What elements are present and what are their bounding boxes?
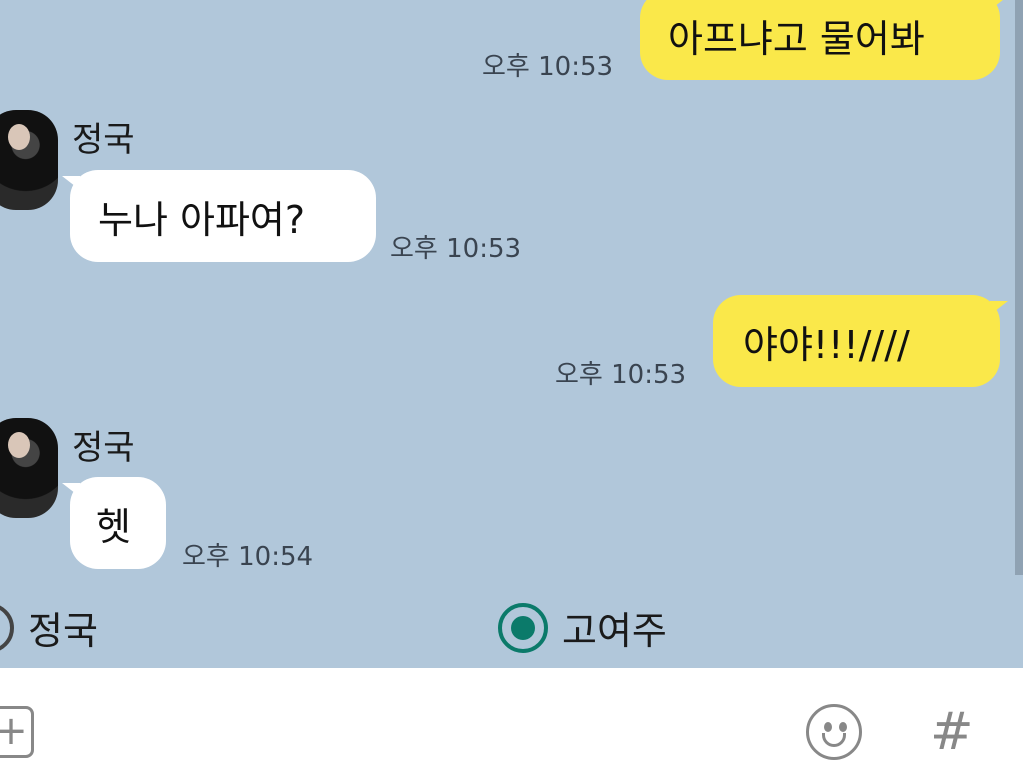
poll-option-jungkook[interactable]: 정국 [0,600,98,655]
input-bar: + # [0,668,1023,767]
message-text: 누나 아파여? [98,197,306,242]
radio-selected-icon[interactable] [498,602,548,653]
message-time: 오후 10:53 [390,234,522,264]
message-bubble-outgoing[interactable]: 야야!!!//// [713,295,1008,387]
chat-area: 아프냐고 물어봐 오후 10:53 정국 누나 아파여? 오후 10:53 야야… [0,0,1023,668]
smiley-icon[interactable] [806,704,862,760]
message-bubble-outgoing[interactable]: 아프냐고 물어봐 [640,0,1008,80]
sender-name: 정국 [72,428,135,468]
plus-square-icon[interactable]: + [0,706,34,758]
poll-option-label: 정국 [28,609,98,653]
smiley-mouth [822,733,846,747]
message-text: 아프냐고 물어봐 [668,16,925,61]
smiley-eye [824,722,832,732]
message-time: 오후 10:54 [182,542,314,572]
scrollbar[interactable] [1015,0,1023,575]
avatar[interactable] [0,418,58,518]
message-time: 오후 10:53 [555,360,687,390]
message-bubble-incoming[interactable]: 누나 아파여? [62,170,376,262]
message-text: 야야!!!//// [743,322,910,367]
message-text: 헷 [96,504,131,549]
sender-name: 정국 [72,120,135,160]
message-time: 오후 10:53 [482,52,614,82]
poll-option-goyeoju[interactable]: 고여주 [498,600,667,655]
smiley-eye [839,722,847,732]
hash-icon[interactable]: # [930,702,974,762]
radio-icon[interactable] [0,602,14,653]
poll-option-label: 고여주 [562,609,667,653]
avatar[interactable] [0,110,58,210]
message-bubble-incoming[interactable]: 헷 [62,477,166,569]
